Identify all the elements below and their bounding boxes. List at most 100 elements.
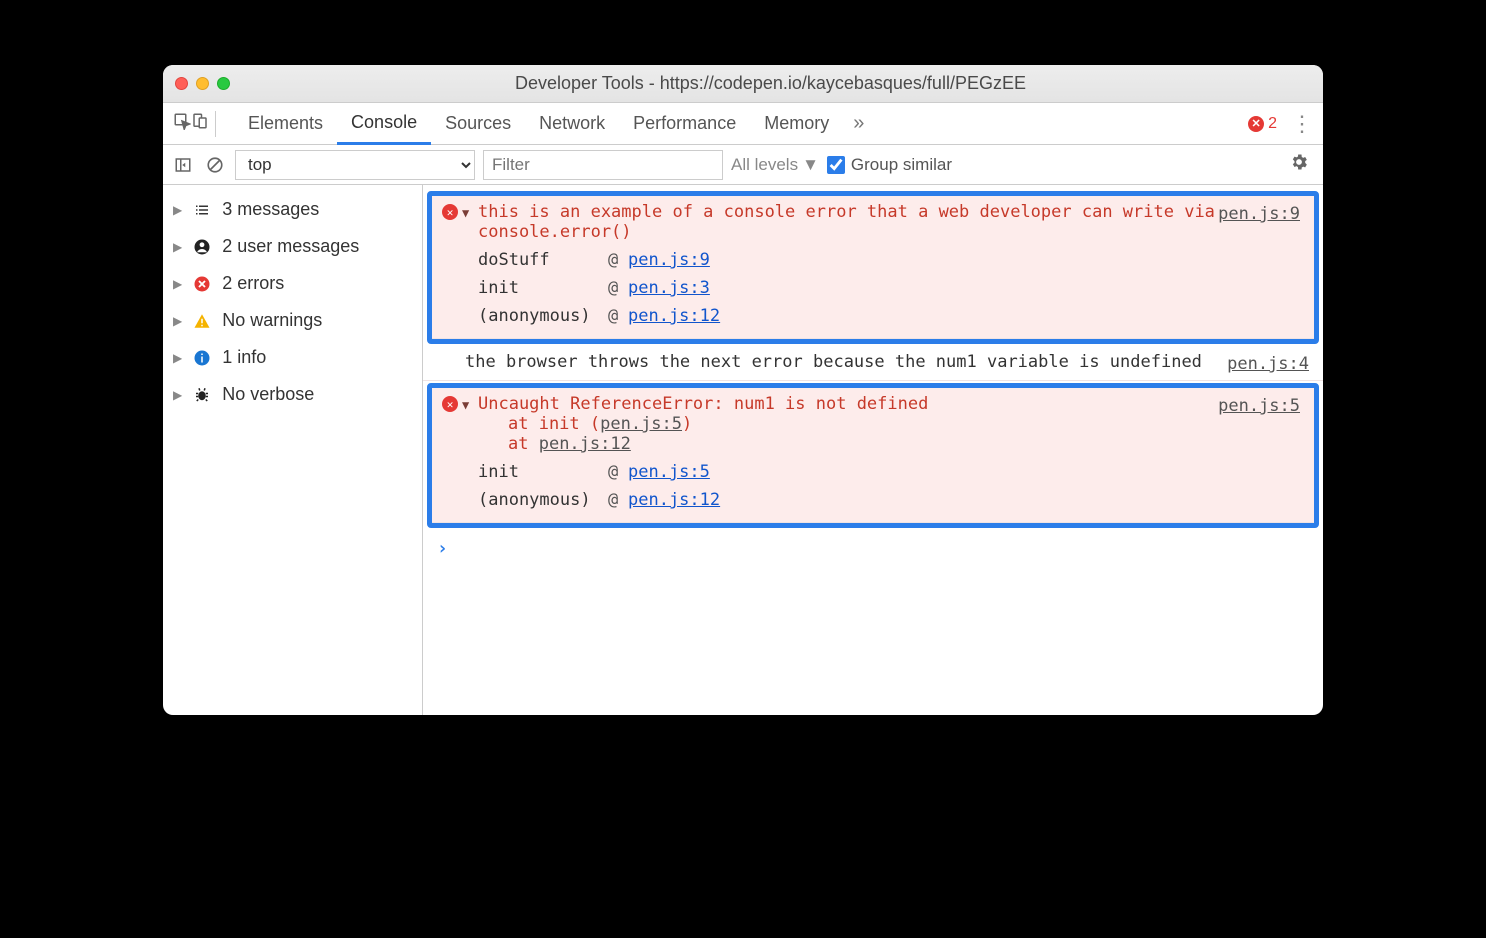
disclosure-triangle-icon: ▶ [173, 314, 182, 328]
stack-file-link[interactable]: pen.js:12 [628, 306, 720, 326]
list-icon [192, 200, 212, 220]
sidebar-item-messages[interactable]: ▶ 3 messages [163, 191, 422, 228]
user-icon [192, 237, 212, 257]
info-icon [192, 348, 212, 368]
tab-sources[interactable]: Sources [431, 103, 525, 145]
sidebar-item-label: No verbose [222, 384, 314, 405]
sidebar-item-label: 3 messages [222, 199, 319, 220]
sidebar-item-verbose[interactable]: ▶ No verbose [163, 376, 422, 413]
stack-at: @ [608, 306, 628, 326]
error-icon: ✕ [442, 204, 458, 220]
stack-file-link[interactable]: pen.js:12 [628, 490, 720, 510]
stack-file-link[interactable]: pen.js:9 [628, 250, 710, 270]
sidebar-item-label: 1 info [222, 347, 266, 368]
console-prompt[interactable]: › [423, 530, 1323, 567]
source-link[interactable]: pen.js:9 [1218, 204, 1300, 224]
tab-memory[interactable]: Memory [750, 103, 843, 145]
console-message-error[interactable]: ✕ ▼ pen.js:5 Uncaught ReferenceError: nu… [432, 388, 1314, 523]
disclosure-triangle-icon: ▶ [173, 240, 182, 254]
disclosure-triangle-icon: ▶ [173, 351, 182, 365]
source-link[interactable]: pen.js:5 [1218, 396, 1300, 416]
source-link[interactable]: pen.js:4 [1227, 354, 1309, 374]
stack-function: init [478, 462, 608, 482]
zoom-window-button[interactable] [217, 77, 230, 90]
highlight-box: ✕ ▼ pen.js:5 Uncaught ReferenceError: nu… [427, 383, 1319, 528]
context-selector[interactable]: top [235, 150, 475, 180]
tab-elements[interactable]: Elements [234, 103, 337, 145]
sidebar-item-info[interactable]: ▶ 1 info [163, 339, 422, 376]
stack-frame: init @ pen.js:3 [478, 274, 1302, 302]
window-title: Developer Tools - https://codepen.io/kay… [230, 73, 1311, 94]
inline-stack: at init (pen.js:5) at pen.js:12 [468, 414, 1302, 454]
disclosure-triangle-icon: ▶ [173, 203, 182, 217]
stack-at: @ [608, 462, 628, 482]
stack-trace: init @ pen.js:5 (anonymous) @ pen.js:12 [468, 458, 1302, 514]
group-similar-checkbox[interactable]: Group similar [827, 155, 952, 175]
minimize-window-button[interactable] [196, 77, 209, 90]
error-counter[interactable]: ✕ 2 [1248, 115, 1277, 133]
stack-file-link[interactable]: pen.js:12 [539, 434, 631, 454]
titlebar: Developer Tools - https://codepen.io/kay… [163, 65, 1323, 103]
stack-frame: doStuff @ pen.js:9 [478, 246, 1302, 274]
message-text: the browser throws the next error becaus… [465, 352, 1311, 372]
highlight-box: ✕ ▼ pen.js:9 this is an example of a con… [427, 191, 1319, 344]
toolbar-divider [215, 111, 216, 137]
group-similar-input[interactable] [827, 156, 845, 174]
console-output: ✕ ▼ pen.js:9 this is an example of a con… [423, 185, 1323, 715]
settings-kebab-icon[interactable]: ⋮ [1291, 111, 1313, 137]
tab-network[interactable]: Network [525, 103, 619, 145]
sidebar-item-warnings[interactable]: ▶ No warnings [163, 302, 422, 339]
log-levels-dropdown[interactable]: All levels ▼ [731, 155, 819, 175]
disclosure-triangle-icon[interactable]: ▼ [462, 398, 469, 412]
stack-at: @ [608, 490, 628, 510]
sidebar-item-errors[interactable]: ▶ 2 errors [163, 265, 422, 302]
stack-frame: (anonymous) @ pen.js:12 [478, 486, 1302, 514]
error-badge-icon: ✕ [1248, 116, 1264, 132]
console-body: ▶ 3 messages ▶ 2 user messages ▶ 2 error… [163, 185, 1323, 715]
traffic-lights [175, 77, 230, 90]
toggle-sidebar-icon[interactable] [171, 153, 195, 177]
clear-console-icon[interactable] [203, 153, 227, 177]
stack-function: (anonymous) [478, 490, 608, 510]
stack-at: @ [608, 250, 628, 270]
sidebar-item-label: No warnings [222, 310, 322, 331]
main-toolbar: Elements Console Sources Network Perform… [163, 103, 1323, 145]
chevron-down-icon: ▼ [802, 155, 819, 175]
stack-trace: doStuff @ pen.js:9 init @ pen.js:3 (anon… [468, 246, 1302, 330]
stack-frame: (anonymous) @ pen.js:12 [478, 302, 1302, 330]
disclosure-triangle-icon: ▶ [173, 388, 182, 402]
warning-icon [192, 311, 212, 331]
inline-stack-line: at init (pen.js:5) [508, 414, 1302, 434]
stack-file-link[interactable]: pen.js:5 [600, 414, 682, 434]
stack-function: init [478, 278, 608, 298]
error-icon [192, 274, 212, 294]
error-count-value: 2 [1268, 115, 1277, 133]
stack-file-link[interactable]: pen.js:3 [628, 278, 710, 298]
tab-console[interactable]: Console [337, 103, 431, 145]
error-icon: ✕ [442, 396, 458, 412]
stack-function: doStuff [478, 250, 608, 270]
console-message-log[interactable]: pen.js:4 the browser throws the next err… [423, 346, 1323, 381]
stack-at: @ [608, 278, 628, 298]
bug-icon [192, 385, 212, 405]
console-message-error[interactable]: ✕ ▼ pen.js:9 this is an example of a con… [432, 196, 1314, 339]
sidebar-item-label: 2 errors [222, 273, 284, 294]
stack-function: (anonymous) [478, 306, 608, 326]
sidebar-item-label: 2 user messages [222, 236, 359, 257]
device-toolbar-icon[interactable] [191, 112, 209, 135]
sidebar-item-user-messages[interactable]: ▶ 2 user messages [163, 228, 422, 265]
disclosure-triangle-icon: ▶ [173, 277, 182, 291]
close-window-button[interactable] [175, 77, 188, 90]
tab-performance[interactable]: Performance [619, 103, 750, 145]
panel-tabs: Elements Console Sources Network Perform… [234, 103, 1248, 145]
inline-stack-line: at pen.js:12 [508, 434, 1302, 454]
inspect-element-icon[interactable] [173, 112, 191, 135]
filter-input[interactable] [483, 150, 723, 180]
tabs-overflow[interactable]: » [843, 112, 874, 135]
stack-frame: init @ pen.js:5 [478, 458, 1302, 486]
message-text: Uncaught ReferenceError: num1 is not def… [468, 394, 1302, 414]
stack-file-link[interactable]: pen.js:5 [628, 462, 710, 482]
disclosure-triangle-icon[interactable]: ▼ [462, 206, 469, 220]
message-text: this is an example of a console error th… [468, 202, 1302, 242]
console-settings-icon[interactable] [1289, 152, 1309, 178]
